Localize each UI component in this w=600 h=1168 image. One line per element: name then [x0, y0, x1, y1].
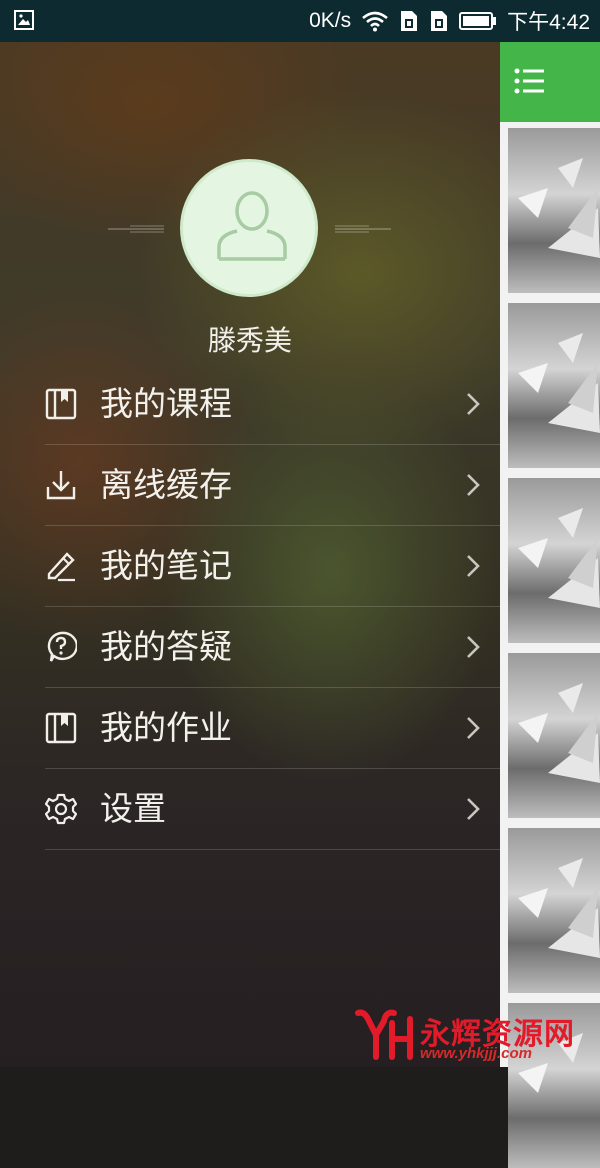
pencil-icon — [47, 552, 75, 582]
drawer-menu: 我的课程 离线缓存 我的笔记 我的答疑 我的作业 设置 — [45, 364, 500, 850]
chevron-right-icon — [467, 555, 480, 577]
app-top-bar — [500, 42, 600, 122]
sim-card-icon — [399, 10, 419, 32]
watermark-logo — [355, 1009, 413, 1060]
wifi-icon — [361, 10, 389, 32]
background-app — [500, 42, 600, 1168]
book-icon — [45, 712, 77, 744]
chevron-right-icon — [467, 798, 480, 820]
menu-item-settings[interactable]: 设置 — [45, 769, 500, 850]
watermark-url: www.yhkjjj.com — [420, 1045, 532, 1062]
chevron-right-icon — [467, 474, 480, 496]
course-thumbnail[interactable] — [508, 303, 600, 468]
divider-ornament — [335, 225, 391, 233]
chevron-right-icon — [467, 717, 480, 739]
sim-card-icon — [429, 10, 449, 32]
download-icon — [46, 471, 76, 500]
course-thumbnail[interactable] — [508, 828, 600, 993]
navigation-drawer: 滕秀美 我的课程 离线缓存 我的笔记 我的答疑 我的作业 设置 — [0, 42, 500, 1067]
book-icon — [45, 388, 77, 420]
divider-ornament — [108, 225, 164, 233]
gear-icon — [45, 793, 77, 825]
menu-item-label: 离线缓存 — [100, 465, 232, 504]
status-bar: 0K/s 下午4:42 — [0, 0, 600, 42]
menu-item-label: 我的作业 — [100, 708, 232, 747]
course-thumbnail[interactable] — [508, 478, 600, 643]
menu-item-label: 设置 — [100, 789, 166, 828]
menu-item-label: 我的课程 — [100, 384, 232, 423]
menu-item-label: 我的答疑 — [100, 627, 232, 666]
chevron-right-icon — [467, 636, 480, 658]
course-thumbnail[interactable] — [508, 653, 600, 818]
avatar[interactable] — [180, 159, 318, 297]
chevron-right-icon — [467, 393, 480, 415]
course-thumbnail[interactable] — [508, 128, 600, 293]
menu-item-my-courses[interactable]: 我的课程 — [45, 364, 500, 445]
menu-item-label: 我的笔记 — [100, 546, 232, 585]
clock: 下午4:42 — [507, 11, 590, 34]
battery-icon — [459, 11, 497, 31]
user-name[interactable]: 滕秀美 — [150, 319, 350, 359]
menu-item-my-homework[interactable]: 我的作业 — [45, 688, 500, 769]
question-icon — [47, 631, 77, 662]
watermark: 永辉资源网 www.yhkjjj.com — [350, 1005, 600, 1067]
menu-item-my-notes[interactable]: 我的笔记 — [45, 526, 500, 607]
network-speed: 0K/s — [309, 9, 352, 32]
list-icon[interactable] — [514, 67, 546, 95]
menu-item-my-qa[interactable]: 我的答疑 — [45, 607, 500, 688]
menu-item-offline-cache[interactable]: 离线缓存 — [45, 445, 500, 526]
image-icon — [14, 10, 34, 30]
user-avatar-icon — [217, 191, 287, 261]
